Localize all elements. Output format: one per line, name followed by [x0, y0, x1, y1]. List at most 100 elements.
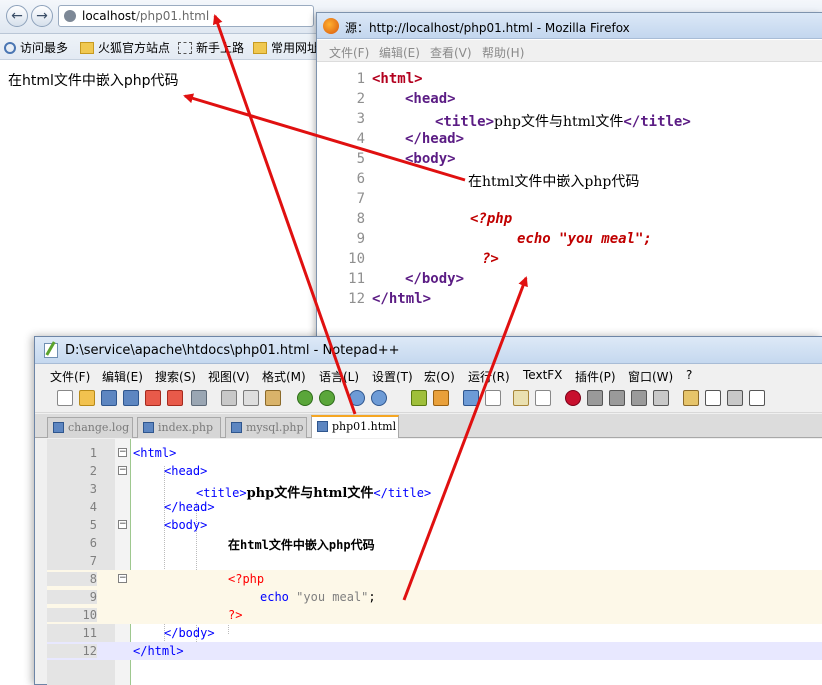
close-file-icon[interactable]: [145, 390, 161, 406]
npp-menu-edit[interactable]: 编辑(E): [102, 368, 143, 385]
source-menubar: 文件(F) 编辑(E) 查看(V) 帮助(H): [317, 40, 822, 62]
source-line: 10 ?>: [348, 251, 499, 267]
back-button[interactable]: ←: [6, 5, 28, 27]
npp-editor[interactable]: 1− <html> 2− <head> 3 <title>php文件与html文件</…: [47, 439, 822, 685]
source-menu-file[interactable]: 文件(F): [329, 44, 369, 61]
npp-menubar: 文件(F) 编辑(E) 搜索(S) 视图(V) 格式(M) 语言(L) 设置(T…: [35, 365, 822, 385]
bookmark-common-sites[interactable]: 常用网址: [253, 39, 319, 56]
editor-line: 10 ?>: [47, 606, 822, 624]
indent-guide-icon[interactable]: [513, 390, 529, 406]
source-window-title: 源：http://localhost/php01.html - Mozilla …: [345, 21, 630, 35]
word-wrap-icon[interactable]: [485, 390, 501, 406]
folder-icon: [80, 42, 94, 54]
file-icon: [53, 422, 64, 433]
tab-php01-html[interactable]: php01.html: [311, 415, 399, 438]
editor-line: 9 echo "you meal";: [47, 588, 822, 606]
copy-icon[interactable]: [243, 390, 259, 406]
tab-change-log[interactable]: change.log: [47, 417, 133, 438]
source-menu-edit[interactable]: 编辑(E): [379, 44, 420, 61]
tab-index-php[interactable]: index.php: [137, 417, 221, 438]
save-icon[interactable]: [101, 390, 117, 406]
npp-menu-help[interactable]: ?: [686, 368, 692, 382]
npp-menu-language[interactable]: 语言(L): [319, 368, 359, 385]
editor-line: 7: [89, 554, 97, 568]
forward-button[interactable]: →: [31, 5, 53, 27]
npp-menu-settings[interactable]: 设置(T): [372, 368, 413, 385]
url-host: localhost: [82, 9, 136, 23]
run-macro-multiple-icon[interactable]: [631, 390, 647, 406]
npp-menu-macro[interactable]: 宏(O): [424, 368, 455, 385]
cut-icon[interactable]: [221, 390, 237, 406]
bookmark-firefox-site[interactable]: 火狐官方站点: [80, 39, 170, 56]
record-macro-icon[interactable]: [565, 390, 581, 406]
source-line: 12 </html>: [348, 291, 432, 307]
notepadpp-window: D:\service\apache\htdocs\php01.html - No…: [34, 336, 822, 685]
play-macro-icon[interactable]: [609, 390, 625, 406]
source-line: 11 </body>: [348, 271, 465, 287]
save-macro-icon[interactable]: [653, 390, 669, 406]
editor-line: 2− <head>: [89, 464, 208, 478]
globe-icon: [64, 10, 76, 22]
find-icon[interactable]: [349, 390, 365, 406]
fold-toggle-icon[interactable]: −: [118, 466, 127, 475]
file-icon: [317, 421, 328, 432]
zoom-out-icon[interactable]: [433, 390, 449, 406]
bookmark-getting-started[interactable]: 新手上路: [178, 39, 244, 56]
console-icon[interactable]: [705, 390, 721, 406]
fold-toggle-icon[interactable]: −: [118, 448, 127, 457]
editor-line: 4 </head>: [89, 500, 215, 514]
source-menu-help[interactable]: 帮助(H): [482, 44, 524, 61]
undo-icon[interactable]: [297, 390, 313, 406]
npp-menu-file[interactable]: 文件(F): [50, 368, 90, 385]
new-file-icon[interactable]: [57, 390, 73, 406]
npp-window-title: D:\service\apache\htdocs\php01.html - No…: [65, 343, 400, 358]
editor-line-current: 12 </html>: [47, 642, 822, 660]
npp-menu-plugins[interactable]: 插件(P): [575, 368, 616, 385]
url-path: /php01.html: [135, 9, 210, 23]
source-line: 1 <html>: [356, 71, 423, 87]
source-menu-view[interactable]: 查看(V): [430, 44, 472, 61]
sync-scroll-v-icon[interactable]: [463, 390, 479, 406]
editor-line: 1− <html>: [89, 446, 177, 460]
show-all-chars-icon[interactable]: [535, 390, 551, 406]
fold-toggle-icon[interactable]: −: [118, 520, 127, 529]
fold-toggle-icon[interactable]: −: [118, 574, 127, 583]
close-all-icon[interactable]: [167, 390, 183, 406]
url-text[interactable]: localhost/php01.html: [82, 9, 209, 23]
npp-menu-format[interactable]: 格式(M): [262, 368, 306, 385]
tab-mysql-php[interactable]: mysql.php: [225, 417, 307, 438]
print-icon[interactable]: [191, 390, 207, 406]
open-file-icon[interactable]: [79, 390, 95, 406]
doc-map-icon[interactable]: [749, 390, 765, 406]
plugin-icon[interactable]: [683, 390, 699, 406]
npp-menu-window[interactable]: 窗口(W): [628, 368, 673, 385]
back-arrow-icon: ←: [11, 8, 23, 24]
source-line: 3 <title>php文件与html文件</title>: [356, 111, 691, 130]
zoom-in-icon[interactable]: [411, 390, 427, 406]
replace-icon[interactable]: [371, 390, 387, 406]
npp-menu-textfx[interactable]: TextFX: [523, 368, 562, 382]
save-all-icon[interactable]: [123, 390, 139, 406]
npp-tabbar: change.log index.php mysql.php php01.htm…: [35, 414, 822, 438]
forward-arrow-icon: →: [36, 8, 48, 24]
source-line: 8 <?php: [356, 211, 513, 227]
notepadpp-icon: [44, 343, 58, 358]
file-icon: [143, 422, 154, 433]
paste-icon[interactable]: [265, 390, 281, 406]
bookmark-most-visited[interactable]: 访问最多: [4, 39, 68, 56]
editor-line: 8− <?php: [47, 570, 822, 588]
view-source-window: 源：http://localhost/php01.html - Mozilla …: [316, 12, 822, 340]
npp-menu-run[interactable]: 运行(R): [468, 368, 510, 385]
npp-menu-search[interactable]: 搜索(S): [155, 368, 196, 385]
npp-menu-view[interactable]: 视图(V): [208, 368, 250, 385]
stop-macro-icon[interactable]: [587, 390, 603, 406]
page-content-text: 在html文件中嵌入php代码: [8, 73, 179, 89]
editor-line: 5− <body>: [89, 518, 208, 532]
bookmark-gear-icon: [4, 42, 16, 54]
spell-icon[interactable]: [727, 390, 743, 406]
url-bar[interactable]: localhost/php01.html +: [58, 5, 372, 29]
source-line: 5 <body>: [356, 151, 456, 167]
redo-icon[interactable]: [319, 390, 335, 406]
source-line: 7: [356, 191, 365, 207]
source-line: 4 </head>: [356, 131, 465, 147]
